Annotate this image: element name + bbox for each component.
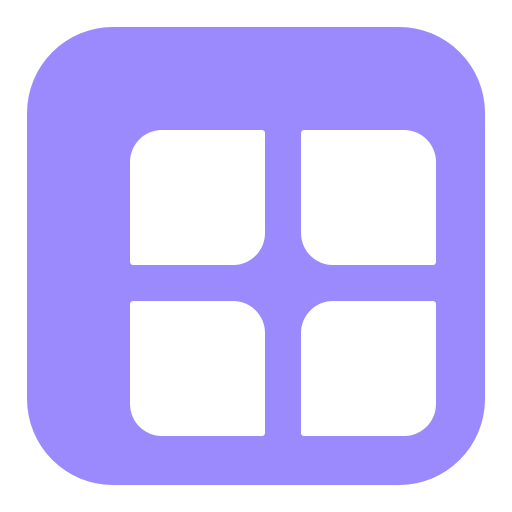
grid-tile-top-right [301,130,436,265]
grid-apps-icon[interactable] [27,27,485,485]
grid-tile-bottom-left [130,301,265,436]
canvas [0,0,512,512]
grid-tile-top-left [130,130,265,265]
grid-tile-bottom-right [301,301,436,436]
